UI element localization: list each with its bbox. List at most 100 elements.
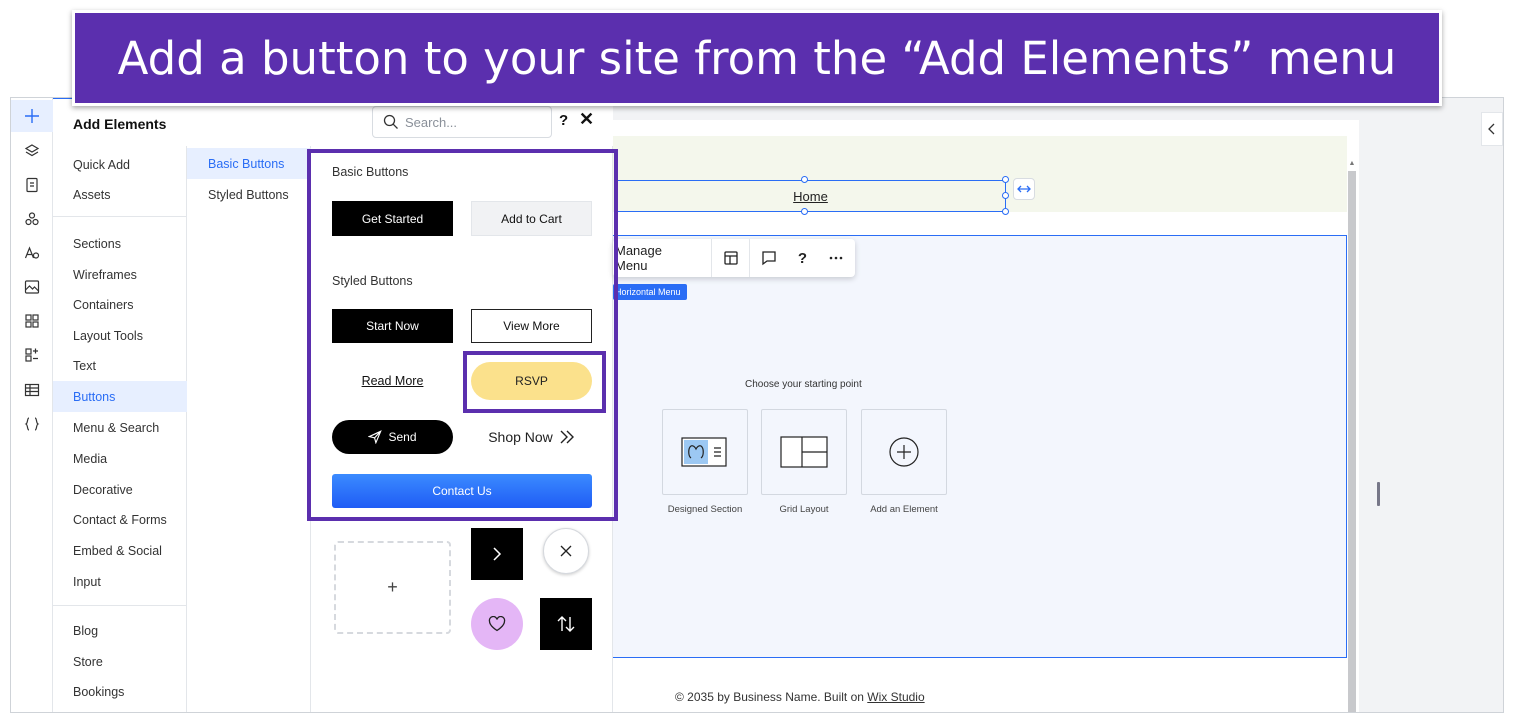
subcategory-styled-buttons[interactable]: Styled Buttons bbox=[187, 179, 311, 210]
send-icon bbox=[368, 430, 383, 444]
resize-handle[interactable] bbox=[1002, 208, 1009, 215]
subcategory-basic-buttons[interactable]: Basic Buttons bbox=[187, 148, 311, 179]
search-input[interactable] bbox=[405, 114, 535, 130]
get-started-button[interactable]: Get Started bbox=[332, 201, 453, 236]
resize-grip[interactable] bbox=[1377, 482, 1380, 506]
element-tag: Horizontal Menu bbox=[613, 284, 687, 300]
category-sections[interactable]: Sections bbox=[53, 228, 187, 259]
shop-now-button[interactable]: Shop Now bbox=[471, 420, 592, 454]
category-embed-social[interactable]: Embed & Social bbox=[53, 535, 187, 566]
add-element-label: Add an Element bbox=[870, 504, 938, 515]
search-icon bbox=[383, 114, 398, 129]
resize-handle[interactable] bbox=[1002, 192, 1009, 199]
category-wireframes[interactable]: Wireframes bbox=[53, 259, 187, 290]
design-icon[interactable] bbox=[11, 203, 53, 235]
comment-icon[interactable] bbox=[750, 239, 788, 277]
category-input[interactable]: Input bbox=[53, 566, 187, 597]
close-button[interactable]: ✕ bbox=[579, 109, 594, 130]
category-media[interactable]: Media bbox=[53, 443, 187, 474]
add-element-card[interactable] bbox=[861, 409, 947, 495]
resize-handle[interactable] bbox=[801, 208, 808, 215]
double-chevron-right-icon bbox=[560, 430, 574, 444]
apps-icon[interactable] bbox=[11, 305, 53, 337]
designed-section-card[interactable] bbox=[662, 409, 748, 495]
add-circle-icon bbox=[889, 437, 919, 467]
business-apps-icon[interactable] bbox=[11, 339, 53, 371]
more-options-icon[interactable] bbox=[817, 239, 855, 277]
contact-us-button[interactable]: Contact Us bbox=[332, 474, 592, 508]
manage-menu-button[interactable]: Manage Menu bbox=[613, 239, 713, 277]
cms-icon[interactable] bbox=[11, 374, 53, 406]
add-custom-button[interactable]: + bbox=[334, 541, 451, 634]
footer-link[interactable]: Wix Studio bbox=[867, 690, 924, 704]
send-button[interactable]: Send bbox=[332, 420, 453, 454]
category-buttons[interactable]: Buttons bbox=[53, 381, 187, 412]
panel-title: Add Elements bbox=[73, 116, 167, 132]
subcategory-list: Basic Buttons Styled Buttons bbox=[187, 146, 311, 712]
category-divider bbox=[53, 605, 187, 606]
rsvp-button[interactable]: RSVP bbox=[471, 362, 592, 400]
up-down-arrows-icon bbox=[557, 616, 575, 632]
horizontal-menu[interactable]: Home bbox=[615, 180, 1006, 212]
grid-layout-icon bbox=[780, 436, 828, 468]
category-divider bbox=[53, 216, 187, 217]
grid-layout-label: Grid Layout bbox=[779, 504, 829, 515]
add-icon[interactable] bbox=[11, 100, 53, 132]
resize-handle[interactable] bbox=[801, 176, 808, 183]
category-decorative[interactable]: Decorative bbox=[53, 474, 187, 505]
search-box[interactable] bbox=[372, 106, 552, 138]
close-icon bbox=[560, 545, 572, 557]
text-theme-icon[interactable] bbox=[11, 237, 53, 269]
shop-now-label: Shop Now bbox=[488, 429, 553, 445]
category-layout-tools[interactable]: Layout Tools bbox=[53, 320, 187, 351]
chevron-right-icon bbox=[493, 547, 502, 561]
category-assets[interactable]: Assets bbox=[53, 179, 187, 210]
code-icon[interactable] bbox=[11, 408, 53, 440]
footer-prefix: © 2035 by Business Name. Built on bbox=[675, 690, 868, 704]
category-bookings[interactable]: Bookings bbox=[53, 676, 187, 707]
start-now-button[interactable]: Start Now bbox=[332, 309, 453, 343]
collapse-panel-button[interactable] bbox=[1481, 112, 1503, 146]
stretch-button[interactable] bbox=[1013, 178, 1035, 200]
designed-section-icon bbox=[681, 437, 727, 467]
category-list: Quick Add Assets Sections Wireframes Con… bbox=[53, 146, 187, 712]
editor-canvas: Home Manage Menu ? Horizontal Menu Choos… bbox=[613, 98, 1503, 712]
grid-layout-card[interactable] bbox=[761, 409, 847, 495]
buttons-gallery: Basic Buttons Get Started Add to Cart St… bbox=[311, 146, 613, 712]
category-text[interactable]: Text bbox=[53, 350, 187, 381]
caption-banner: Add a button to your site from the “Add … bbox=[72, 10, 1442, 106]
category-contact-forms[interactable]: Contact & Forms bbox=[53, 504, 187, 535]
category-blog[interactable]: Blog bbox=[53, 615, 187, 646]
stretch-arrows-icon bbox=[1017, 185, 1031, 193]
read-more-button[interactable]: Read More bbox=[332, 364, 453, 398]
canvas-scrollbar[interactable] bbox=[1348, 171, 1356, 712]
view-more-button[interactable]: View More bbox=[471, 309, 592, 343]
starting-point-title: Choose your starting point bbox=[745, 379, 862, 390]
tool-rail bbox=[11, 98, 53, 712]
scroll-up-arrow[interactable]: ▲ bbox=[1348, 160, 1356, 170]
designed-section-label: Designed Section bbox=[667, 504, 743, 515]
media-icon[interactable] bbox=[11, 271, 53, 303]
chevron-left-icon bbox=[1488, 123, 1495, 135]
category-quick-add[interactable]: Quick Add bbox=[53, 149, 187, 180]
site-footer-text: © 2035 by Business Name. Built on Wix St… bbox=[675, 690, 925, 704]
close-circle-button[interactable] bbox=[543, 528, 589, 574]
heart-button[interactable] bbox=[471, 598, 523, 650]
heart-icon bbox=[488, 616, 506, 632]
help-icon[interactable]: ? bbox=[788, 239, 818, 277]
add-to-cart-button[interactable]: Add to Cart bbox=[471, 201, 592, 236]
editor-frame: Add Elements ? ✕ Quick Add Assets Sectio… bbox=[10, 97, 1504, 713]
layout-icon[interactable] bbox=[712, 239, 750, 277]
pages-icon[interactable] bbox=[11, 169, 53, 201]
category-containers[interactable]: Containers bbox=[53, 289, 187, 320]
category-store[interactable]: Store bbox=[53, 646, 187, 677]
resize-handle[interactable] bbox=[1002, 176, 1009, 183]
help-button[interactable]: ? bbox=[559, 112, 568, 129]
chevron-right-button[interactable] bbox=[471, 528, 523, 580]
basic-buttons-heading: Basic Buttons bbox=[332, 165, 409, 179]
send-label: Send bbox=[388, 430, 417, 444]
sort-arrows-button[interactable] bbox=[540, 598, 592, 650]
layers-icon[interactable] bbox=[11, 135, 53, 167]
menu-toolbar: Manage Menu ? bbox=[613, 239, 855, 277]
category-menu-search[interactable]: Menu & Search bbox=[53, 412, 187, 443]
